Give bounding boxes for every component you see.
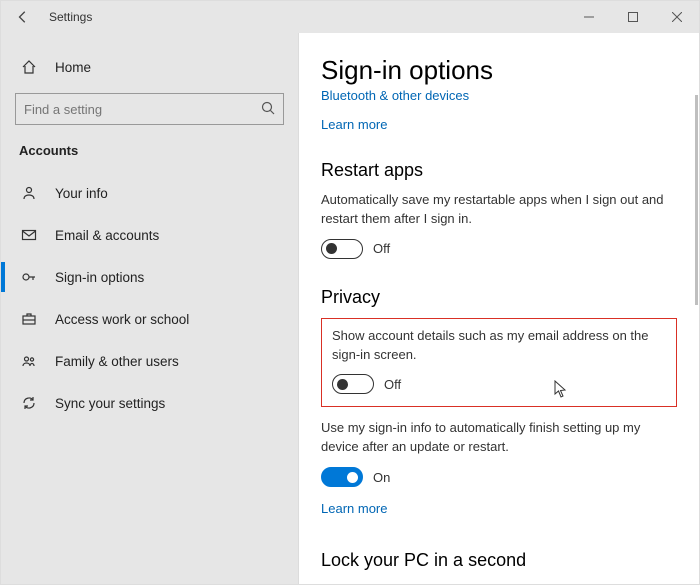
briefcase-icon bbox=[19, 311, 39, 327]
lock-pc-body: To protect your private info and help ke… bbox=[321, 581, 677, 584]
restart-apps-heading: Restart apps bbox=[321, 160, 677, 181]
sidebar: Home Accounts Your info Email & accounts… bbox=[1, 33, 299, 584]
window-controls bbox=[567, 1, 699, 33]
search-icon bbox=[260, 100, 276, 116]
search-box[interactable] bbox=[15, 93, 284, 125]
toggle-knob bbox=[326, 243, 337, 254]
arrow-left-icon bbox=[16, 10, 30, 24]
search-input[interactable] bbox=[15, 93, 284, 125]
scrollbar[interactable] bbox=[692, 95, 698, 580]
main-content: Sign-in options Bluetooth & other device… bbox=[299, 33, 699, 584]
scrollbar-thumb[interactable] bbox=[695, 95, 698, 305]
auto-finish-body: Use my sign-in info to automatically fin… bbox=[321, 419, 677, 457]
sidebar-home-label: Home bbox=[55, 60, 91, 75]
sidebar-item-email-accounts[interactable]: Email & accounts bbox=[1, 214, 298, 256]
show-details-toggle[interactable] bbox=[332, 374, 374, 394]
back-button[interactable] bbox=[1, 1, 45, 33]
restart-apps-toggle-row: Off bbox=[321, 239, 677, 259]
auto-finish-toggle[interactable] bbox=[321, 467, 363, 487]
learn-more-link[interactable]: Learn more bbox=[321, 117, 677, 132]
sidebar-item-label: Access work or school bbox=[55, 312, 189, 327]
lock-pc-heading: Lock your PC in a second bbox=[321, 550, 677, 571]
sidebar-item-signin-options[interactable]: Sign-in options bbox=[1, 256, 298, 298]
sidebar-item-label: Email & accounts bbox=[55, 228, 159, 243]
restart-apps-toggle[interactable] bbox=[321, 239, 363, 259]
privacy-learn-more-link[interactable]: Learn more bbox=[321, 501, 677, 516]
sidebar-item-label: Sign-in options bbox=[55, 270, 144, 285]
maximize-icon bbox=[628, 12, 638, 22]
sidebar-item-access-work-school[interactable]: Access work or school bbox=[1, 298, 298, 340]
sidebar-item-label: Sync your settings bbox=[55, 396, 165, 411]
auto-finish-toggle-row: On bbox=[321, 467, 677, 487]
restart-apps-state: Off bbox=[373, 241, 390, 256]
auto-finish-state: On bbox=[373, 470, 390, 485]
sidebar-home[interactable]: Home bbox=[1, 47, 298, 87]
titlebar: Settings bbox=[1, 1, 699, 33]
show-details-state: Off bbox=[384, 377, 401, 392]
bluetooth-link[interactable]: Bluetooth & other devices bbox=[321, 88, 677, 103]
privacy-heading: Privacy bbox=[321, 287, 677, 308]
minimize-button[interactable] bbox=[567, 1, 611, 33]
toggle-knob bbox=[337, 379, 348, 390]
toggle-knob bbox=[347, 472, 358, 483]
mail-icon bbox=[19, 227, 39, 243]
close-button[interactable] bbox=[655, 1, 699, 33]
sync-icon bbox=[19, 395, 39, 411]
sidebar-item-label: Your info bbox=[55, 186, 108, 201]
sidebar-item-your-info[interactable]: Your info bbox=[1, 172, 298, 214]
restart-apps-body: Automatically save my restartable apps w… bbox=[321, 191, 677, 229]
cursor-icon bbox=[554, 380, 568, 398]
minimize-icon bbox=[584, 12, 594, 22]
sidebar-section-label: Accounts bbox=[1, 143, 298, 172]
highlighted-setting: Show account details such as my email ad… bbox=[321, 318, 677, 408]
sidebar-item-label: Family & other users bbox=[55, 354, 179, 369]
sidebar-item-sync-settings[interactable]: Sync your settings bbox=[1, 382, 298, 424]
sidebar-item-family-users[interactable]: Family & other users bbox=[1, 340, 298, 382]
page-title: Sign-in options bbox=[321, 55, 677, 86]
people-icon bbox=[19, 353, 39, 369]
person-icon bbox=[19, 185, 39, 201]
close-icon bbox=[672, 12, 682, 22]
show-details-body: Show account details such as my email ad… bbox=[332, 327, 666, 365]
show-details-toggle-row: Off bbox=[332, 374, 666, 394]
key-icon bbox=[19, 269, 39, 285]
home-icon bbox=[19, 59, 39, 75]
maximize-button[interactable] bbox=[611, 1, 655, 33]
window-title: Settings bbox=[49, 10, 92, 24]
